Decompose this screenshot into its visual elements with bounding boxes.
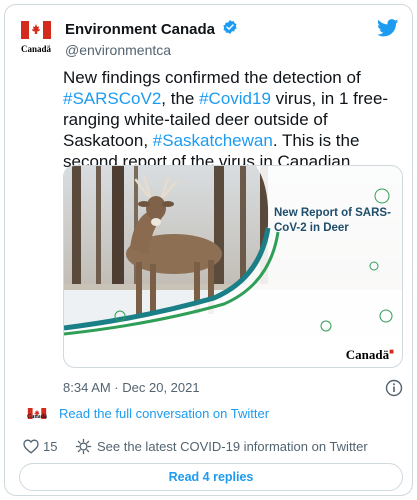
hashtag-covid19[interactable]: #Covid19 (199, 89, 271, 108)
avatar-wordmark: Canadä (21, 44, 52, 54)
like-count: 15 (43, 439, 58, 454)
avatar[interactable]: Canadä (21, 21, 55, 55)
author-display-name[interactable]: Environment Canada (65, 21, 215, 39)
author-names: Environment Canada @environmentca (65, 19, 238, 59)
hashtag-saskatchewan[interactable]: #Saskatchewan (153, 131, 273, 150)
verified-badge-icon (222, 19, 238, 40)
read-replies-button[interactable]: Read 4 replies (19, 463, 403, 491)
media-wordmark: Canadä■ (346, 347, 394, 363)
tweet-text-segment: New findings confirmed the detection of (63, 68, 361, 87)
canada-flag-icon (21, 21, 51, 39)
info-icon[interactable] (385, 379, 403, 402)
tweet-header: Canadä Environment Canada @environmentca (21, 17, 401, 59)
covid-info-link[interactable]: See the latest COVID-19 information on T… (97, 439, 368, 454)
maple-leaf-icon: ■ (389, 347, 394, 356)
read-conversation-link[interactable]: Read the full conversation on Twitter (59, 406, 269, 421)
tweet-actions: 15 See the latest COVID-19 information o… (23, 437, 403, 457)
conversation-row[interactable]: Canadä Read the full conversation on Twi… (27, 405, 397, 425)
tweet-meta: 8:34 AM · Dec 20, 2021 (63, 379, 403, 397)
heart-icon[interactable] (23, 439, 39, 459)
media-overlay-title: New Report of SARS-CoV-2 in Deer (274, 207, 391, 234)
media-wordmark-text: Canadä (345, 347, 390, 362)
media-card[interactable]: New Report of SARS-CoV-2 in Deer Canadä■ (63, 165, 403, 368)
twitter-bird-icon[interactable] (377, 19, 399, 42)
author-handle[interactable]: @environmentca (65, 41, 238, 59)
deer-photo (64, 166, 402, 336)
timestamp[interactable]: 8:34 AM · Dec 20, 2021 (63, 380, 200, 395)
conversation-wordmark: Canadä (27, 414, 48, 420)
covid-info-icon (75, 438, 92, 460)
tweet-text-segment: , the (161, 89, 200, 108)
tweet-card: Canadä Environment Canada @environmentca… (4, 4, 413, 496)
hashtag-sarscov2[interactable]: #SARSCoV2 (63, 89, 161, 108)
